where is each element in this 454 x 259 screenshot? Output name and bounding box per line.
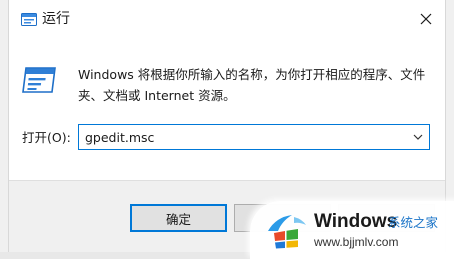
open-input[interactable] — [79, 125, 399, 149]
dialog-content: Windows 将根据你所输入的名称，为你打开相应的程序、文件夹、文档或 Int… — [9, 40, 445, 180]
ok-button[interactable]: 确定 — [130, 204, 227, 232]
watermark: Windows 系统之家 www.bjjmlv.com — [250, 201, 454, 259]
title-bar[interactable]: 运行 — [9, 0, 445, 40]
close-icon — [420, 13, 432, 25]
windows-logo-icon — [268, 215, 306, 249]
close-button[interactable] — [409, 2, 443, 36]
dialog-description: Windows 将根据你所输入的名称，为你打开相应的程序、文件夹、文档或 Int… — [78, 67, 426, 103]
run-icon — [22, 67, 56, 93]
watermark-brand: Windows — [314, 211, 398, 232]
watermark-url: www.bjjmlv.com — [314, 235, 399, 249]
chevron-down-icon[interactable] — [411, 130, 425, 144]
open-label: 打开(O): — [22, 130, 71, 145]
watermark-subtitle: 系统之家 — [388, 215, 439, 230]
open-combobox[interactable] — [78, 124, 430, 150]
run-icon — [21, 13, 37, 26]
screen: 运行 Windows 将根据你所输入的名称，为你打开相应的程序、文件夹、文档或 … — [0, 0, 454, 259]
window-title: 运行 — [42, 11, 70, 27]
